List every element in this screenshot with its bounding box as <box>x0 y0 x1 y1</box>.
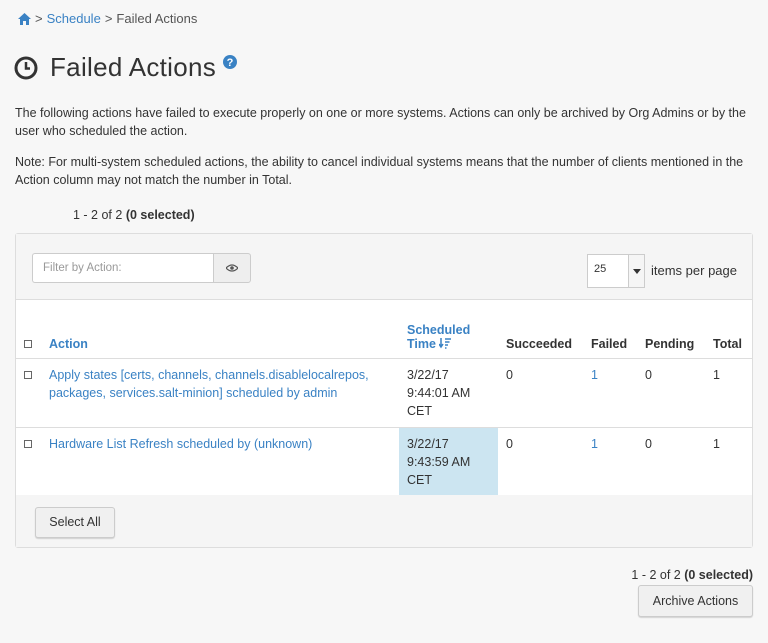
breadcrumb: > Schedule > Failed Actions <box>18 11 197 26</box>
scheduled-timezone: CET <box>407 403 432 418</box>
scheduled-date: 3/22/17 <box>407 436 449 451</box>
total-cell: 1 <box>705 358 752 428</box>
chevron-down-icon[interactable] <box>628 255 644 287</box>
row-checkbox[interactable] <box>24 370 32 379</box>
breadcrumb-schedule-link[interactable]: Schedule <box>47 11 101 26</box>
table-row: Apply states [certs, channels, channels.… <box>16 358 752 428</box>
select-all-checkbox[interactable] <box>24 339 32 348</box>
column-scheduled-label: Scheduled <box>407 322 471 337</box>
selection-count-bottom: 1 - 2 of 2 (0 selected) <box>631 568 753 582</box>
failed-cell: 1 <box>583 358 637 428</box>
items-per-page-value: 25 <box>594 263 607 275</box>
scheduled-date: 3/22/17 <box>407 367 449 382</box>
column-action[interactable]: Action <box>41 300 399 359</box>
pagination-range: 1 - 2 of 2 <box>631 568 681 582</box>
column-time-label: Time <box>407 336 436 351</box>
selection-count-top: 1 - 2 of 2 (0 selected) <box>73 208 195 222</box>
items-per-page-select[interactable]: 25 <box>587 254 645 288</box>
row-checkbox-cell <box>16 427 41 498</box>
scheduled-time-cell: 3/22/17 9:44:01 AM CET <box>399 358 498 428</box>
page-note: Note: For multi-system scheduled actions… <box>15 155 744 187</box>
items-per-page-label: items per page <box>651 263 737 278</box>
column-failed: Failed <box>583 300 637 359</box>
clock-icon <box>14 56 38 79</box>
failed-count-link[interactable]: 1 <box>591 368 598 382</box>
action-cell: Apply states [certs, channels, channels.… <box>41 358 399 428</box>
column-pending: Pending <box>637 300 705 359</box>
row-checkbox[interactable] <box>24 439 32 448</box>
home-icon[interactable] <box>18 12 31 25</box>
selected-count: (0 selected) <box>684 568 753 582</box>
scheduled-timezone: CET <box>407 472 432 487</box>
action-link[interactable]: Hardware List Refresh scheduled by (unkn… <box>49 437 312 451</box>
filter-input[interactable]: Filter by Action: <box>32 253 214 283</box>
eye-icon <box>226 264 238 272</box>
scheduled-clock: 9:43:59 AM <box>407 454 471 469</box>
filter-button[interactable] <box>213 253 251 283</box>
archive-actions-button[interactable]: Archive Actions <box>638 585 753 617</box>
selected-count: (0 selected) <box>125 208 195 222</box>
pagination-range: 1 - 2 of 2 <box>73 208 123 222</box>
svg-text:?: ? <box>227 57 234 69</box>
scheduled-clock: 9:44:01 AM <box>407 385 471 400</box>
failed-count-link[interactable]: 1 <box>591 437 598 451</box>
breadcrumb-separator: > <box>104 11 113 26</box>
column-succeeded: Succeeded <box>498 300 583 359</box>
page-header: Failed Actions ? <box>14 52 238 83</box>
row-checkbox-cell <box>16 358 41 428</box>
column-action-label: Action <box>49 336 88 351</box>
column-total: Total <box>705 300 752 359</box>
succeeded-cell: 0 <box>498 427 583 498</box>
action-cell: Hardware List Refresh scheduled by (unkn… <box>41 427 399 498</box>
pending-cell: 0 <box>637 427 705 498</box>
total-cell: 1 <box>705 427 752 498</box>
breadcrumb-separator: > <box>35 11 43 26</box>
sort-desc-icon <box>438 337 452 349</box>
failed-cell: 1 <box>583 427 637 498</box>
page-description: The following actions have failed to exe… <box>15 106 746 138</box>
panel-footer: Select All <box>16 495 752 547</box>
table-header-row: Action Scheduled Time Succeeded Failed P… <box>16 300 752 359</box>
action-link[interactable]: Apply states [certs, channels, channels.… <box>49 368 369 400</box>
succeeded-cell: 0 <box>498 358 583 428</box>
column-scheduled-time[interactable]: Scheduled Time <box>399 300 498 359</box>
question-circle-icon[interactable]: ? <box>223 54 238 69</box>
scheduled-time-cell: 3/22/17 9:43:59 AM CET <box>399 427 498 498</box>
actions-panel: Filter by Action: 25 items per page Acti… <box>15 233 753 548</box>
breadcrumb-current: Failed Actions <box>116 11 198 26</box>
select-all-button[interactable]: Select All <box>35 507 115 538</box>
select-all-header <box>16 300 41 359</box>
panel-toolbar: Filter by Action: 25 items per page <box>16 234 752 300</box>
table-row: Hardware List Refresh scheduled by (unkn… <box>16 427 752 498</box>
page-title: Failed Actions <box>50 52 217 82</box>
pending-cell: 0 <box>637 358 705 428</box>
actions-table: Action Scheduled Time Succeeded Failed P… <box>16 300 752 498</box>
